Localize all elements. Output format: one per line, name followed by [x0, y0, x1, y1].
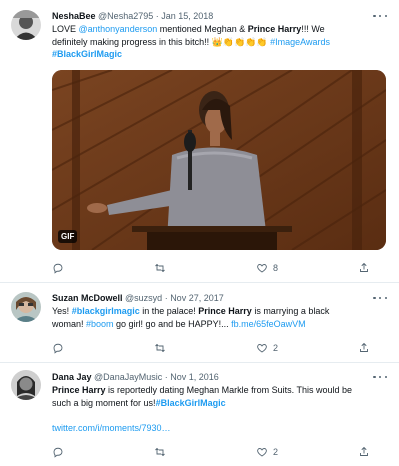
url-link[interactable]: twitter.com/i/moments/7930… — [52, 423, 171, 433]
tweet-actions: 8 — [52, 261, 372, 275]
hashtag-link[interactable]: #BlackGirlMagic — [52, 49, 122, 59]
retweet-icon — [155, 343, 165, 353]
tweet-date[interactable]: Jan 15, 2018 — [161, 11, 213, 21]
tweet-header: Dana Jay @DanaJayMusic · Nov 1, 2016 — [52, 371, 373, 383]
highlight-term: Prince Harry — [247, 24, 302, 34]
share-button[interactable] — [358, 342, 372, 354]
like-button[interactable]: 8 — [256, 262, 324, 274]
gif-preview-image — [52, 70, 386, 250]
tweet-actions: 2 — [52, 341, 372, 355]
hashtag-link[interactable]: #BlackGirlMagic — [156, 398, 226, 408]
retweet-button[interactable] — [154, 446, 222, 458]
avatar[interactable] — [11, 292, 41, 322]
reply-button[interactable] — [52, 342, 120, 354]
share-icon — [360, 446, 368, 456]
author-name[interactable]: NeshaBee — [52, 11, 96, 21]
heart-icon — [257, 448, 267, 457]
highlight-term: Prince Harry — [198, 306, 252, 316]
hashtag-link[interactable]: #blackgirlmagic — [72, 306, 140, 316]
reply-icon — [53, 263, 63, 274]
mention-link[interactable]: @anthonyanderson — [79, 24, 158, 34]
share-button[interactable] — [358, 262, 372, 274]
tweet-text: Yes! #blackgirlmagic in the palace! Prin… — [52, 306, 330, 329]
tweet-header: Suzan McDowell @suzsyd · Nov 27, 2017 — [52, 292, 373, 304]
separator: · — [162, 293, 171, 303]
tweet-actions: 2 — [52, 445, 372, 459]
heart-icon — [257, 264, 267, 273]
share-icon — [360, 262, 368, 272]
reply-icon — [53, 447, 63, 458]
retweet-icon — [155, 447, 165, 457]
avatar[interactable] — [11, 10, 41, 40]
tweet-header: NeshaBee @Nesha2795 · Jan 15, 2018 — [52, 10, 373, 22]
like-count: 2 — [273, 447, 279, 457]
tweet-card[interactable]: NeshaBee @Nesha2795 · Jan 15, 2018 LOVE … — [0, 0, 399, 283]
emoji-group: 👑👏👏👏👏 — [211, 36, 268, 47]
reply-button[interactable] — [52, 262, 120, 274]
more-icon[interactable] — [373, 372, 387, 382]
gif-media[interactable]: GIF — [52, 70, 386, 250]
more-icon[interactable] — [373, 293, 387, 303]
author-name[interactable]: Suzan McDowell — [52, 293, 123, 303]
reply-icon — [53, 343, 63, 354]
gif-badge: GIF — [58, 230, 78, 243]
heart-icon — [257, 344, 267, 353]
tweet-text: LOVE @anthonyanderson mentioned Meghan &… — [52, 24, 330, 59]
tweet-date[interactable]: Nov 27, 2017 — [170, 293, 224, 303]
retweet-button[interactable] — [154, 262, 222, 274]
avatar[interactable] — [11, 370, 41, 400]
retweet-button[interactable] — [154, 342, 222, 354]
highlight-term: Prince Harry — [52, 385, 106, 395]
like-count: 8 — [273, 263, 279, 273]
share-button[interactable] — [358, 446, 372, 458]
author-handle[interactable]: @Nesha2795 — [98, 11, 153, 21]
author-name[interactable]: Dana Jay — [52, 372, 92, 382]
url-link[interactable]: fb.me/65feOawVM — [231, 319, 306, 329]
retweet-icon — [155, 263, 165, 273]
like-button[interactable]: 2 — [256, 446, 324, 458]
hashtag-link[interactable]: #boom — [86, 319, 114, 329]
share-icon — [360, 342, 368, 352]
hashtag-link[interactable]: #ImageAwards — [268, 37, 330, 47]
tweet-card[interactable]: Suzan McDowell @suzsyd · Nov 27, 2017 Ye… — [0, 283, 399, 363]
author-handle[interactable]: @suzsyd — [125, 293, 162, 303]
author-handle[interactable]: @DanaJayMusic — [94, 372, 162, 382]
like-button[interactable]: 2 — [256, 342, 324, 354]
reply-button[interactable] — [52, 446, 120, 458]
tweet-card[interactable]: Dana Jay @DanaJayMusic · Nov 1, 2016 Pri… — [0, 363, 399, 466]
tweet-date[interactable]: Nov 1, 2016 — [170, 372, 219, 382]
like-count: 2 — [273, 343, 279, 353]
tweet-text: Prince Harry is reportedly dating Meghan… — [52, 385, 352, 433]
more-icon[interactable] — [373, 11, 387, 21]
